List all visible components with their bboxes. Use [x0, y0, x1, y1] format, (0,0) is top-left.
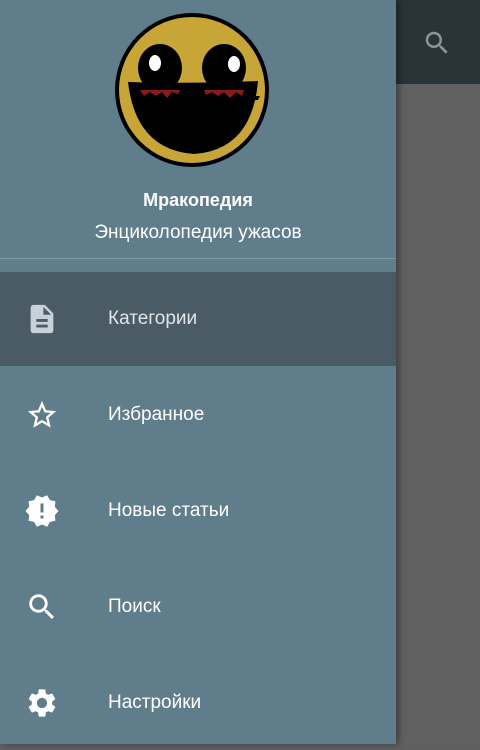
menu-item-favorites[interactable]: Избранное [0, 368, 396, 462]
gear-icon [24, 685, 60, 721]
drawer-header: Мракопедия Энциколопедия ужасов [0, 0, 396, 259]
menu-item-new-articles[interactable]: Новые статьи [0, 464, 396, 558]
menu-item-search[interactable]: Поиск [0, 560, 396, 654]
menu-item-label: Поиск [108, 596, 161, 617]
menu-item-label: Категории [108, 308, 198, 329]
menu-item-settings[interactable]: Настройки [0, 656, 396, 750]
avatar-smiley-icon [115, 13, 269, 167]
menu-item-label: Настройки [108, 692, 202, 713]
menu-item-categories[interactable]: Категории [0, 272, 396, 366]
menu-item-label: Избранное [108, 404, 205, 425]
navigation-drawer: Мракопедия Энциколопедия ужасов Категори… [0, 0, 396, 744]
app-subtitle: Энциколопедия ужасов [94, 222, 302, 243]
menu-item-label: Новые статьи [108, 500, 230, 521]
star-outline-icon [24, 397, 60, 433]
search-icon [425, 31, 448, 54]
document-icon [24, 301, 60, 337]
new-badge-icon [24, 493, 60, 529]
appbar-search-button[interactable] [420, 26, 454, 60]
search-icon [24, 589, 60, 625]
app-title: Мракопедия [143, 190, 253, 210]
